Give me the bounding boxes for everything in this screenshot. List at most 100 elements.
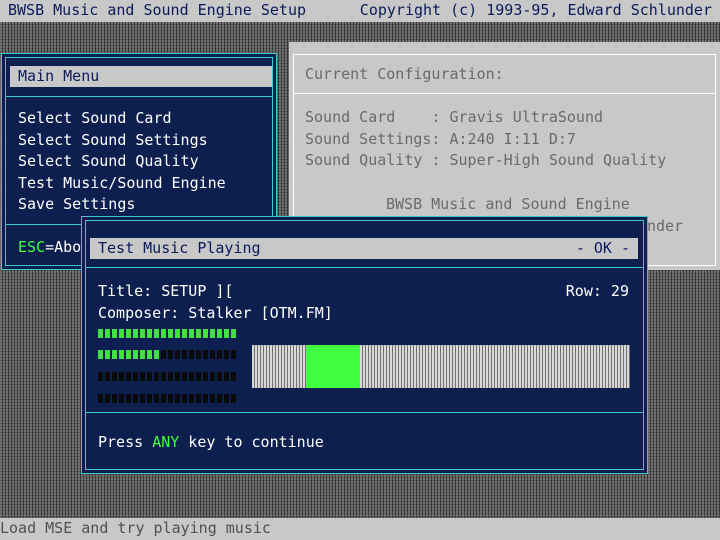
row-counter: Row: 29 — [565, 282, 629, 300]
vu-segment — [140, 394, 145, 403]
vu-segment — [161, 394, 166, 403]
vu-segment — [175, 372, 180, 381]
main-menu-title: Main Menu — [18, 67, 100, 85]
ok-button[interactable]: - OK - — [576, 238, 630, 259]
vu-segment — [105, 350, 110, 359]
vu-segment — [119, 394, 124, 403]
menu-item-select-sound-card[interactable]: Select Sound Card — [18, 108, 172, 129]
vu-segment — [112, 350, 117, 359]
vu-segment — [147, 394, 152, 403]
vu-segment — [217, 372, 222, 381]
vu-segment — [189, 394, 194, 403]
dialog-title: Test Music Playing — [98, 239, 261, 257]
vu-segment — [196, 372, 201, 381]
vu-segment — [196, 350, 201, 359]
vu-segment — [189, 372, 194, 381]
vu-segment — [189, 350, 194, 359]
vu-segment — [182, 394, 187, 403]
esc-key: ESC — [18, 238, 46, 256]
song-position-bar — [252, 345, 630, 388]
vu-segment — [161, 329, 166, 338]
title-bar: BWSB Music and Sound Engine Setup Copyri… — [0, 0, 720, 22]
vu-segment — [189, 329, 194, 338]
vu-segment — [168, 329, 173, 338]
vu-segment — [133, 394, 138, 403]
vu-segment — [147, 329, 152, 338]
esc-abort-hint[interactable]: ESC=Abo — [18, 237, 81, 258]
vu-segment — [98, 394, 103, 403]
vu-segment — [105, 329, 110, 338]
vu-segment — [224, 372, 229, 381]
prompt-suffix: key to continue — [179, 433, 324, 451]
menu-item-select-sound-quality[interactable]: Select Sound Quality — [18, 151, 199, 172]
vu-segment — [217, 394, 222, 403]
config-sound-card: Sound Card : Gravis UltraSound — [305, 108, 604, 126]
vu-segment — [203, 350, 208, 359]
vu-segment — [126, 394, 131, 403]
vu-segment — [119, 372, 124, 381]
vu-segment — [140, 350, 145, 359]
continue-prompt: Press ANY key to continue — [98, 432, 324, 453]
vu-segment — [140, 329, 145, 338]
dialog-divider-bottom — [86, 412, 643, 413]
vu-segment — [140, 372, 145, 381]
vu-segment — [154, 394, 159, 403]
vu-segment — [126, 372, 131, 381]
vu-segment — [182, 329, 187, 338]
vu-segment — [154, 350, 159, 359]
vu-segment — [98, 329, 103, 338]
dialog-divider-top — [86, 267, 643, 268]
main-menu-divider-top — [6, 96, 272, 97]
song-position-indicator — [306, 345, 360, 388]
status-bar: Load MSE and try playing music — [0, 518, 720, 540]
vu-segment — [231, 350, 236, 359]
vu-segment — [210, 350, 215, 359]
vu-segment — [168, 394, 173, 403]
song-title: Title: SETUP ][ — [98, 282, 234, 300]
vu-segment — [119, 329, 124, 338]
vu-segment — [203, 372, 208, 381]
vu-segment — [154, 372, 159, 381]
prompt-prefix: Press — [98, 433, 153, 451]
vu-segment — [168, 350, 173, 359]
copyright-notice: Copyright (c) 1993-95, Edward Schlunder — [359, 1, 712, 19]
vu-segment — [175, 350, 180, 359]
vu-segment — [224, 329, 229, 338]
vu-segment — [112, 394, 117, 403]
vu-segment — [98, 350, 103, 359]
config-title: Current Configuration: — [305, 65, 504, 83]
config-sound-quality: Sound Quality : Super-High Sound Quality — [305, 151, 667, 169]
vu-segment — [133, 350, 138, 359]
vu-segment — [105, 394, 110, 403]
vu-segment — [196, 394, 201, 403]
vu-segment — [98, 372, 103, 381]
vu-segment — [210, 372, 215, 381]
esc-hint-text: =Abo — [45, 238, 82, 256]
vu-meter-channel-3 — [98, 372, 242, 381]
vu-segment — [112, 329, 117, 338]
app-title: BWSB Music and Sound Engine Setup — [8, 1, 307, 19]
vu-segment — [231, 372, 236, 381]
menu-item-test-engine[interactable]: Test Music/Sound Engine — [18, 173, 226, 194]
menu-item-select-sound-settings[interactable]: Select Sound Settings — [18, 130, 208, 151]
vu-segment — [147, 350, 152, 359]
config-author-fragment: nder — [647, 217, 684, 235]
menu-item-save-settings[interactable]: Save Settings — [18, 194, 135, 215]
vu-segment — [182, 372, 187, 381]
vu-segment — [175, 329, 180, 338]
vu-segment — [105, 372, 110, 381]
vu-segment — [133, 329, 138, 338]
dialog-header: Test Music Playing - OK - — [90, 238, 638, 259]
vu-segment — [217, 329, 222, 338]
vu-segment — [112, 372, 117, 381]
vu-meter-channel-4 — [98, 394, 242, 403]
vu-segment — [175, 394, 180, 403]
vu-segment — [119, 350, 124, 359]
vu-segment — [126, 350, 131, 359]
any-key-highlight: ANY — [152, 433, 180, 451]
vu-segment — [161, 372, 166, 381]
vu-segment — [161, 350, 166, 359]
config-sound-settings: Sound Settings: A:240 I:11 D:7 — [305, 130, 576, 148]
vu-segment — [203, 394, 208, 403]
vu-segment — [203, 329, 208, 338]
